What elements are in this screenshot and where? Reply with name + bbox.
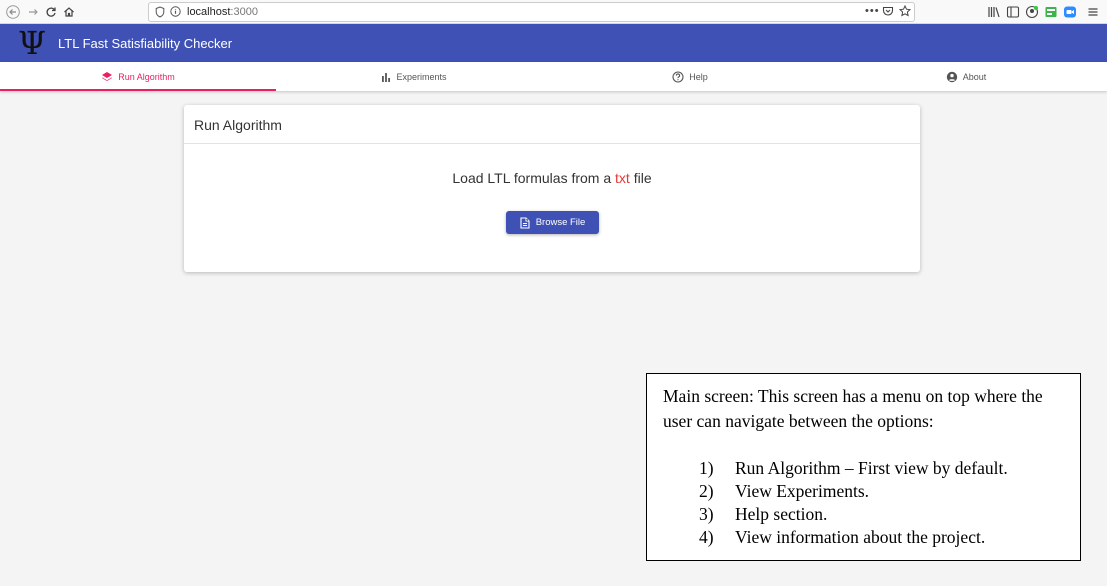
layers-icon [102,71,113,81]
list-text: View information about the project. [735,527,986,547]
browse-file-button[interactable]: Browse File [506,211,599,234]
shield-icon[interactable] [155,6,165,21]
list-number: 1) [699,458,714,478]
tab-experiments[interactable]: Experiments [276,62,552,91]
bookmark-star-icon[interactable] [898,4,912,20]
load-suffix: file [629,170,652,186]
back-icon[interactable] [4,3,22,21]
extension-icon[interactable] [1044,5,1058,19]
help-circle-icon [672,70,684,83]
bar-chart-icon [382,72,391,82]
tab-about[interactable]: About [828,62,1104,91]
tab-label: Run Algorithm [118,71,175,82]
run-algorithm-card: Run Algorithm Load LTL formulas from a t… [184,105,920,272]
tab-label: Help [689,71,708,82]
library-icon[interactable] [987,5,1001,19]
list-item: 1) Run Algorithm – First view by default. [699,457,1008,480]
annotation-list: 1) Run Algorithm – First view by default.… [699,457,1008,549]
info-icon[interactable] [170,6,181,20]
list-text: Help section. [735,504,828,524]
more-icon[interactable]: ••• [865,5,880,17]
forward-icon[interactable] [24,3,42,21]
list-item: 2) View Experiments. [699,480,1008,503]
pocket-icon[interactable] [882,5,894,20]
menu-icon[interactable] [1087,5,1101,19]
list-item: 3) Help section. [699,503,1008,526]
file-icon [520,216,530,229]
home-icon[interactable] [60,3,78,21]
list-text: Run Algorithm – First view by default. [735,458,1008,478]
account-icon[interactable] [1025,5,1039,19]
account-circle-icon [946,71,957,82]
browser-toolbar: localhost:3000 ••• [0,0,1107,24]
tab-label: Experiments [396,71,447,82]
app-title: LTL Fast Satisfiability Checker [58,36,233,51]
annotation-paragraph: Main screen: This screen has a menu on t… [663,386,1043,431]
tab-run-algorithm[interactable]: Run Algorithm [0,62,276,91]
card-title: Run Algorithm [194,117,282,133]
reload-icon[interactable] [42,3,60,21]
card-header: Run Algorithm [184,105,920,144]
tab-help[interactable]: Help [552,62,828,91]
url-port: :3000 [230,6,258,18]
list-item: 4) View information about the project. [699,526,1008,549]
url-host: localhost [187,6,231,18]
annotation-box: Main screen: This screen has a menu on t… [646,373,1081,561]
file-extension: txt [615,170,630,186]
address-bar[interactable]: localhost:3000 ••• [148,2,915,22]
active-tab-indicator [0,89,276,91]
app-header: Ψ LTL Fast Satisfiability Checker [0,24,1107,62]
list-text: View Experiments. [735,481,870,501]
browse-file-label: Browse File [535,217,586,228]
zoom-icon[interactable] [1063,5,1077,19]
list-number: 2) [699,481,714,501]
sidebar-icon[interactable] [1006,5,1020,19]
tab-bar: Run Algorithm Experiments Help About [0,62,1107,91]
url-text: localhost:3000 [187,6,258,18]
load-prefix: Load LTL formulas from a [452,170,616,186]
tab-label: About [962,71,987,82]
psi-logo: Ψ [18,24,47,62]
list-number: 3) [699,504,714,524]
list-number: 4) [699,527,714,547]
load-instructions: Load LTL formulas from a txt file [184,170,920,186]
